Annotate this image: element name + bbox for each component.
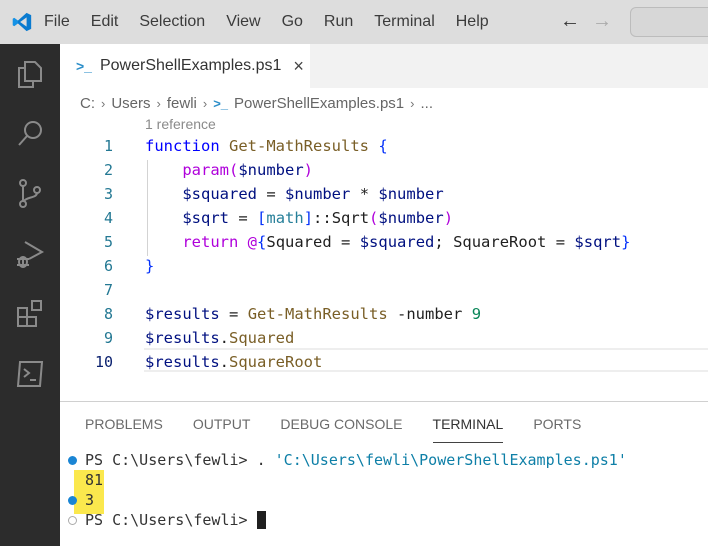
menu-go[interactable]: Go [282,13,303,31]
terminal-output: 3 [85,491,95,509]
line-number: 7 [103,281,113,299]
panel-tabs: PROBLEMS OUTPUT DEBUG CONSOLE TERMINAL P… [85,416,611,443]
terminal-output: 81 [85,471,104,489]
title-bar: File Edit Selection View Go Run Terminal… [0,0,708,44]
command-success-icon[interactable] [68,455,77,465]
tab-label: PowerShellExamples.ps1 [99,57,282,74]
menu-file[interactable]: File [44,13,70,31]
code-line[interactable]: 2 param($number) [60,158,708,182]
activity-bar [0,44,60,546]
menu-bar: File Edit Selection View Go Run Terminal… [44,13,510,31]
vscode-logo-icon [0,0,44,44]
code-line[interactable]: 4 $sqrt = [math]::Sqrt($number) [60,206,708,230]
terminal-command-path: 'C:\Users\fewli\PowerShellExamples.ps1' [274,451,627,469]
tab-terminal[interactable]: TERMINAL [432,416,504,443]
code-line[interactable]: 3 $squared = $number * $number [60,182,708,206]
codelens-references[interactable]: 1 reference [145,116,216,132]
menu-run[interactable]: Run [324,13,353,31]
line-number: 1 [103,137,113,155]
extensions-icon[interactable] [12,296,48,332]
code-text: return @{Squared = $squared; SquareRoot … [182,233,631,251]
command-success-icon[interactable] [68,495,77,505]
powershell-file-icon: >_ [213,95,229,111]
command-center-search[interactable] [630,7,708,37]
menu-terminal[interactable]: Terminal [374,13,434,31]
line-number: 9 [103,329,113,347]
code-text: $results.Squared [145,329,295,347]
code-text: function Get-MathResults { [145,137,388,155]
breadcrumb-item[interactable]: PowerShellExamples.ps1 [234,95,404,112]
terminal-prompt: PS C:\Users\fewli> [85,451,257,469]
breadcrumb: C: › Users › fewli › >_ PowerShellExampl… [80,92,433,114]
tab-powershellexamples[interactable]: >_ PowerShellExamples.ps1 × [60,44,310,88]
chevron-right-icon: › [101,95,106,111]
powershell-file-icon: >_ [76,58,92,74]
command-pending-icon [68,515,77,525]
code-text: $results = Get-MathResults -number 9 [145,305,482,323]
code-line[interactable]: 1 function Get-MathResults { [60,134,708,158]
breadcrumb-item[interactable]: ... [420,95,433,112]
source-control-icon[interactable] [12,176,48,212]
tab-ports[interactable]: PORTS [533,416,581,443]
code-text: } [145,257,155,275]
terminal-line: PS C:\Users\fewli> . 'C:\Users\fewli\Pow… [60,450,627,470]
terminal-command: . [256,451,275,469]
navigation-arrows: ← → [560,10,612,33]
code-line[interactable]: 8 $results = Get-MathResults -number 9 [60,302,708,326]
close-icon[interactable]: × [293,56,304,77]
menu-edit[interactable]: Edit [91,13,119,31]
code-text: $results.SquareRoot [145,353,323,371]
code-text: $squared = $number * $number [182,185,444,203]
breadcrumb-item[interactable]: Users [111,95,150,112]
terminal-cursor [256,511,266,529]
line-number: 8 [103,305,113,323]
line-number: 4 [103,209,113,227]
terminal-icon[interactable] [12,356,48,392]
breadcrumb-item[interactable]: C: [80,95,95,112]
back-arrow-icon[interactable]: ← [560,10,580,33]
terminal-line: 81 [60,470,103,490]
code-line[interactable]: 9 $results.Squared [60,326,708,350]
code-line[interactable]: 7 [60,278,708,302]
code-line[interactable]: 6} [60,254,708,278]
line-number: 5 [103,233,113,251]
menu-selection[interactable]: Selection [139,13,205,31]
forward-arrow-icon[interactable]: → [592,10,612,33]
menu-view[interactable]: View [226,13,260,31]
code-line[interactable]: 10 $results.SquareRoot [60,350,708,374]
line-number: 3 [103,185,113,203]
menu-help[interactable]: Help [456,13,489,31]
chevron-right-icon: › [202,95,208,111]
chevron-right-icon: › [410,95,415,111]
code-line[interactable]: 5 return @{Squared = $squared; SquareRoo… [60,230,708,254]
code-text: param($number) [182,161,314,179]
line-number: 2 [103,161,113,179]
code-editor[interactable]: 1 reference 1 function Get-MathResults { 2… [60,114,708,376]
explorer-icon[interactable] [12,56,48,92]
bottom-panel: PROBLEMS OUTPUT DEBUG CONSOLE TERMINAL P… [60,401,708,546]
breadcrumb-item[interactable]: fewli [167,95,197,112]
tab-debug-console[interactable]: DEBUG CONSOLE [280,416,402,443]
tab-output[interactable]: OUTPUT [193,416,251,443]
tab-problems[interactable]: PROBLEMS [85,416,163,443]
terminal-line: 3 [60,490,94,510]
editor-tab-strip: >_ PowerShellExamples.ps1 × [60,44,708,88]
terminal-prompt: PS C:\Users\fewli> [85,511,257,529]
chevron-right-icon: › [156,95,161,111]
code-text: $sqrt = [math]::Sqrt($number) [182,209,454,227]
line-number: 6 [103,257,113,275]
terminal-line: PS C:\Users\fewli> [60,510,266,530]
line-number: 10 [94,353,113,371]
search-icon[interactable] [12,116,48,152]
run-debug-icon[interactable] [12,236,48,272]
